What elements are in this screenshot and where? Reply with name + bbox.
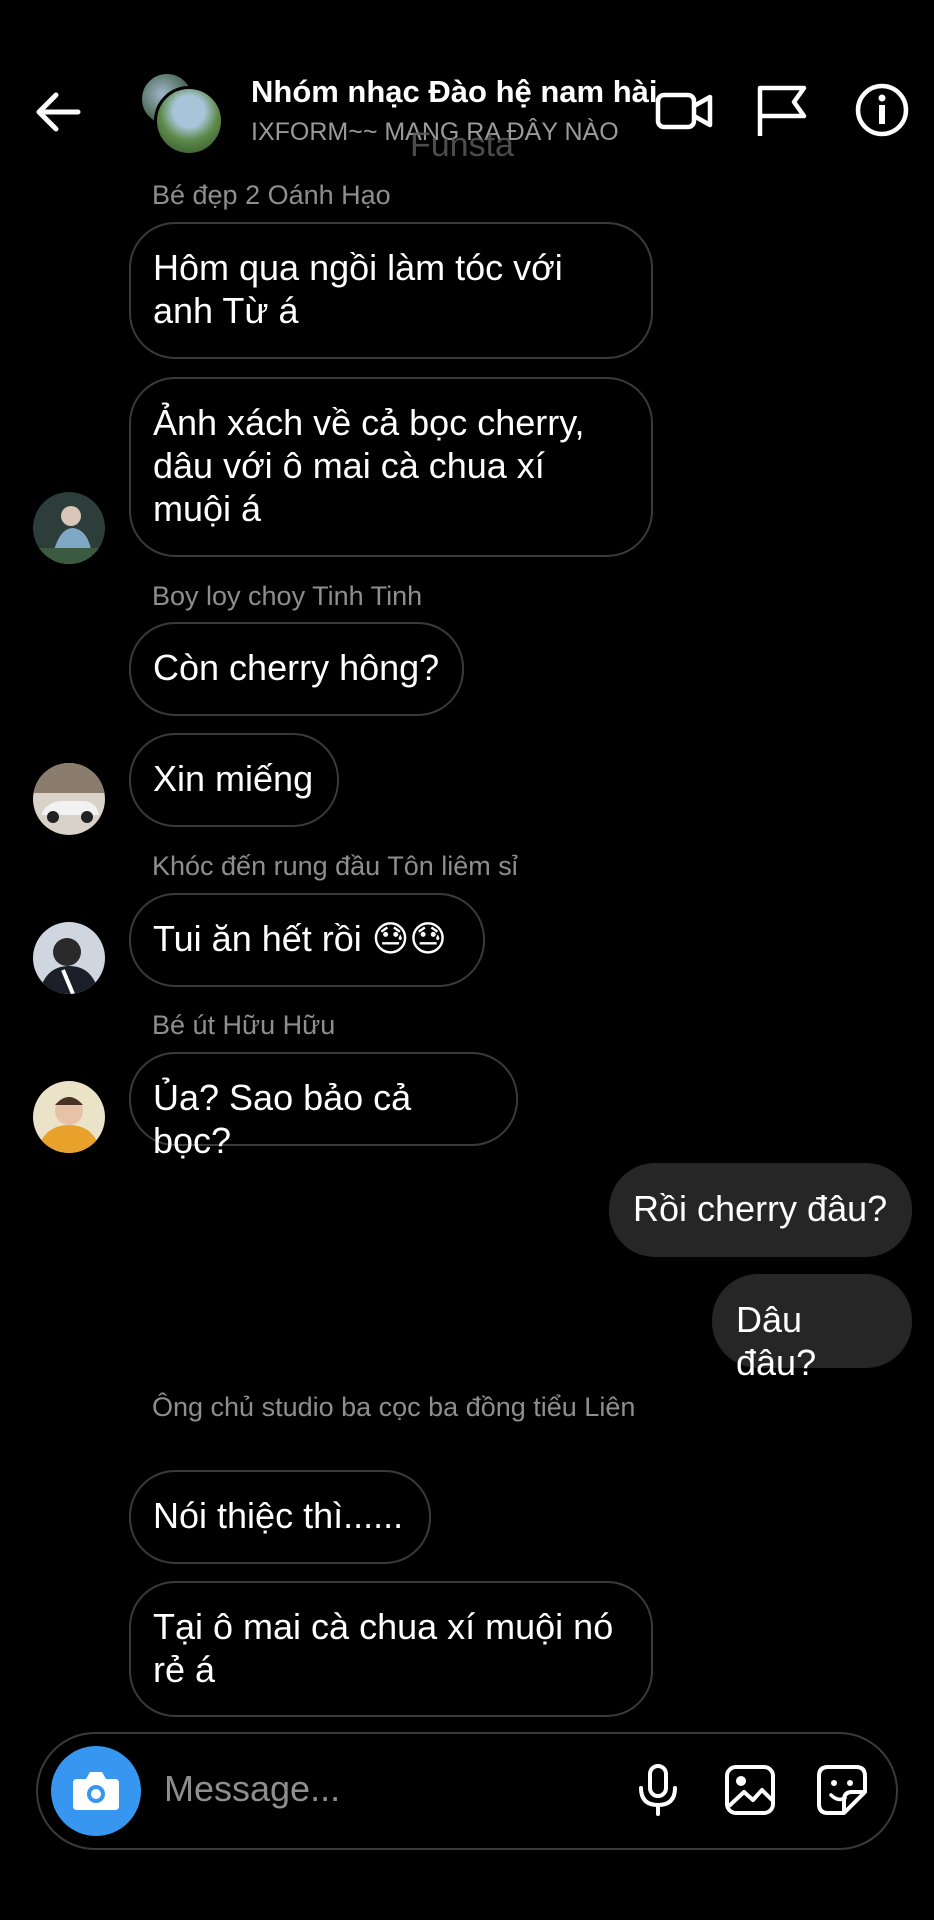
message-bubble[interactable]: Tại ô mai cà chua xí muội nó rẻ á (129, 1581, 653, 1717)
message-bubble[interactable]: Còn cherry hông? (129, 622, 464, 716)
avatar[interactable] (33, 922, 105, 994)
message-bubble[interactable]: Nói thiệc thì...... (129, 1470, 431, 1564)
microphone-icon[interactable] (630, 1762, 686, 1818)
message-input[interactable]: Message... (164, 1768, 340, 1810)
chat-header: Nhóm nhạc Đào hệ nam hài IXFORM~~ MANG R… (0, 0, 934, 180)
message-sender: Khóc đến rung đầu Tôn liêm sỉ (152, 851, 518, 881)
message-bubble-outgoing[interactable]: Dâu đâu? (712, 1274, 912, 1383)
group-avatar[interactable] (140, 72, 224, 156)
back-arrow-icon[interactable] (28, 82, 88, 142)
message-sender: Bé đẹp 2 Oánh Hạo (152, 180, 391, 210)
message-bubble[interactable]: Xin miếng (129, 733, 339, 827)
message-bubble[interactable]: Hôm qua ngồi làm tóc với anh Từ á (129, 222, 653, 359)
avatar[interactable] (33, 1081, 105, 1153)
camera-icon (73, 1772, 119, 1810)
message-composer: Message... (36, 1732, 898, 1850)
group-avatar-front (154, 86, 224, 156)
avatar[interactable] (33, 763, 105, 835)
video-call-icon[interactable] (654, 80, 714, 140)
camera-button[interactable] (51, 1746, 141, 1836)
flag-icon[interactable] (752, 80, 812, 140)
message-bubble[interactable]: Tui ăn hết rồi 😓😓 (129, 893, 485, 987)
watermark: Funsta (410, 126, 514, 164)
avatar[interactable] (33, 492, 105, 564)
message-bubble[interactable]: Ảnh xách về cả bọc cherry, dâu với ô mai… (129, 377, 653, 557)
chat-title[interactable]: Nhóm nhạc Đào hệ nam hài (251, 74, 658, 110)
message-bubble-outgoing[interactable]: Rồi cherry đâu? (609, 1163, 912, 1257)
info-icon[interactable] (852, 80, 912, 140)
message-sender: Boy loy choy Tinh Tinh (152, 581, 423, 611)
message-bubble[interactable]: Ủa? Sao bảo cả bọc? (129, 1052, 518, 1161)
gallery-icon[interactable] (722, 1762, 778, 1818)
sticker-icon[interactable] (814, 1762, 870, 1818)
message-sender: Ông chủ studio ba cọc ba đồng tiểu Liên (152, 1392, 636, 1422)
message-sender: Bé út Hữu Hữu (152, 1010, 336, 1040)
